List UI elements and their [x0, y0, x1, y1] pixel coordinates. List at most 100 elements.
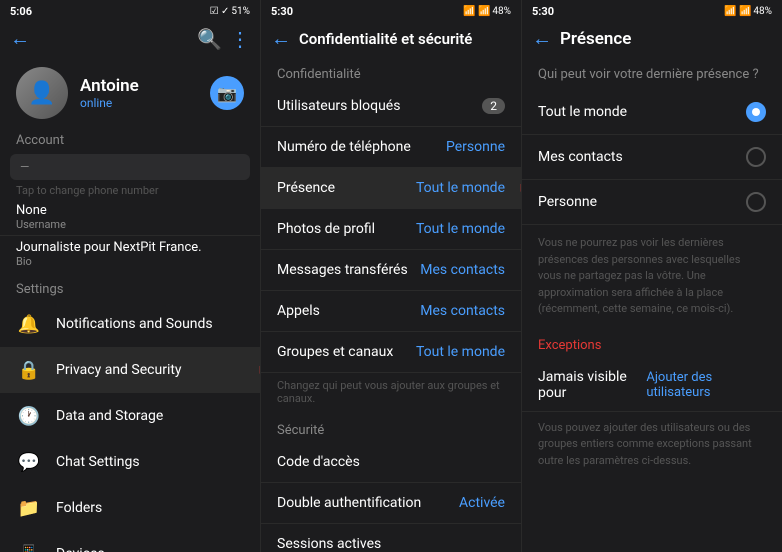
privacy-label: Privacy and Security	[56, 362, 244, 378]
item-blocked-users[interactable]: Utilisateurs bloqués 2	[261, 86, 521, 127]
signal-icons-1: ☑ ✓	[210, 6, 230, 17]
groups-value: Tout le monde	[416, 344, 505, 360]
status-bar-2: 5:30 📶 📶 48%	[261, 0, 521, 20]
code-access-label: Code d'accès	[277, 454, 360, 470]
option-mes-contacts[interactable]: Mes contacts	[522, 135, 782, 180]
top-nav-1: ← 🔍 ⋮	[0, 20, 260, 57]
item-presence[interactable]: Présence Tout le monde ➠	[261, 168, 521, 209]
panel3-title: Présence	[560, 29, 772, 49]
camera-button[interactable]: 📷	[210, 76, 244, 110]
radio-tout-le-monde[interactable]	[746, 102, 766, 122]
phone-number-value: Personne	[446, 139, 505, 155]
phone-value: —	[20, 160, 29, 174]
signal-2: 📶 📶	[463, 6, 490, 17]
calls-label: Appels	[277, 303, 320, 319]
signal-3: 📶 📶	[724, 6, 751, 17]
blocked-users-label: Utilisateurs bloqués	[277, 98, 400, 114]
item-sessions[interactable]: Sessions actives	[261, 524, 521, 552]
panel2-title: Confidentialité et sécurité	[299, 30, 511, 48]
presence-question: Qui peut voir votre dernière présence ?	[522, 57, 782, 90]
profile-photos-value: Tout le monde	[416, 221, 505, 237]
item-phone-number[interactable]: Numéro de téléphone Personne	[261, 127, 521, 168]
bio-field: Journaliste pour NextPit France. Bio	[0, 236, 260, 274]
folders-label: Folders	[56, 500, 244, 516]
phone-hint: Tap to change phone number	[0, 182, 260, 199]
sessions-label: Sessions actives	[277, 536, 381, 552]
menu-item-chat[interactable]: 💬 Chat Settings	[0, 439, 260, 485]
menu-item-notifications[interactable]: 🔔 Notifications and Sounds	[0, 301, 260, 347]
item-profile-photos[interactable]: Photos de profil Tout le monde	[261, 209, 521, 250]
devices-icon: 📱	[16, 541, 42, 552]
chat-icon: 💬	[16, 449, 42, 475]
time-2: 5:30	[271, 5, 293, 18]
lock-icon: 🔒	[16, 357, 42, 383]
devices-label: Devices	[56, 546, 244, 552]
menu-button-1[interactable]: ⋮	[230, 27, 250, 51]
avatar: 👤	[16, 67, 68, 119]
option-personne[interactable]: Personne	[522, 180, 782, 225]
panel-settings-menu: 5:06 ☑ ✓ 51% ← 🔍 ⋮ 👤 Antoine online 📷 Ac…	[0, 0, 261, 552]
settings-title: Settings	[0, 280, 260, 301]
status-icons-3: 📶 📶 48%	[724, 6, 772, 17]
search-button-1[interactable]: 🔍	[197, 27, 222, 51]
item-groups[interactable]: Groupes et canaux Tout le monde	[261, 332, 521, 373]
username-label: Username	[16, 218, 244, 231]
personne-label: Personne	[538, 194, 597, 210]
item-code-access[interactable]: Code d'accès	[261, 442, 521, 483]
back-button-3[interactable]: ←	[532, 26, 552, 51]
menu-item-privacy[interactable]: 🔒 Privacy and Security ➠	[0, 347, 260, 393]
status-icons-1: ☑ ✓ 51%	[210, 6, 250, 17]
mes-contacts-label: Mes contacts	[538, 149, 623, 165]
securite-header: Sécurité	[261, 413, 521, 442]
time-3: 5:30	[532, 5, 554, 18]
forwarded-label: Messages transférés	[277, 262, 408, 278]
back-button-2[interactable]: ←	[271, 26, 291, 51]
back-button-1[interactable]: ←	[10, 26, 30, 51]
exceptions-description: Vous pouvez ajouter des utilisateurs ou …	[522, 412, 782, 478]
chat-label: Chat Settings	[56, 454, 244, 470]
profile-name: Antoine	[80, 76, 198, 96]
battery-3: 48%	[753, 6, 772, 17]
phone-number-label: Numéro de téléphone	[277, 139, 411, 155]
status-icons-2: 📶 📶 48%	[463, 6, 511, 17]
item-calls[interactable]: Appels Mes contacts	[261, 291, 521, 332]
username-value: None	[16, 203, 244, 218]
profile-area: 👤 Antoine online 📷	[0, 57, 260, 125]
menu-item-data[interactable]: 🕐 Data and Storage	[0, 393, 260, 439]
presence-description: Vous ne pourrez pas voir les dernières p…	[522, 225, 782, 328]
bio-label: Bio	[16, 255, 244, 268]
bell-icon: 🔔	[16, 311, 42, 337]
username-field: None Username	[0, 199, 260, 236]
settings-section: Settings 🔔 Notifications and Sounds 🔒 Pr…	[0, 274, 260, 552]
never-visible-row[interactable]: Jamais visible pour Ajouter des utilisat…	[522, 359, 782, 412]
top-nav-2: ← Confidentialité et sécurité	[261, 20, 521, 57]
add-users-link[interactable]: Ajouter des utilisateurs	[646, 370, 766, 400]
clock-icon: 🕐	[16, 403, 42, 429]
radio-mes-contacts[interactable]	[746, 147, 766, 167]
phone-box: —	[10, 154, 250, 180]
status-bar-3: 5:30 📶 📶 48%	[522, 0, 782, 20]
tout-le-monde-label: Tout le monde	[538, 104, 627, 120]
profile-info: Antoine online	[80, 76, 198, 110]
bio-value: Journaliste pour NextPit France.	[16, 240, 244, 255]
2fa-label: Double authentification	[277, 495, 421, 511]
radio-personne[interactable]	[746, 192, 766, 212]
menu-item-devices[interactable]: 📱 Devices	[0, 531, 260, 552]
exceptions-header: Exceptions	[522, 328, 782, 359]
item-forwarded[interactable]: Messages transférés Mes contacts	[261, 250, 521, 291]
item-2fa[interactable]: Double authentification Activée	[261, 483, 521, 524]
profile-status: online	[80, 96, 198, 110]
folder-icon: 📁	[16, 495, 42, 521]
menu-item-folders[interactable]: 📁 Folders	[0, 485, 260, 531]
option-tout-le-monde[interactable]: Tout le monde	[522, 90, 782, 135]
top-nav-3: ← Présence	[522, 20, 782, 57]
status-bar-1: 5:06 ☑ ✓ 51%	[0, 0, 260, 20]
battery-2: 48%	[492, 6, 511, 17]
forwarded-value: Mes contacts	[420, 262, 505, 278]
presence-value: Tout le monde	[416, 180, 505, 196]
calls-value: Mes contacts	[420, 303, 505, 319]
notifications-label: Notifications and Sounds	[56, 316, 244, 332]
profile-photos-label: Photos de profil	[277, 221, 375, 237]
2fa-value: Activée	[459, 495, 505, 511]
data-label: Data and Storage	[56, 408, 244, 424]
